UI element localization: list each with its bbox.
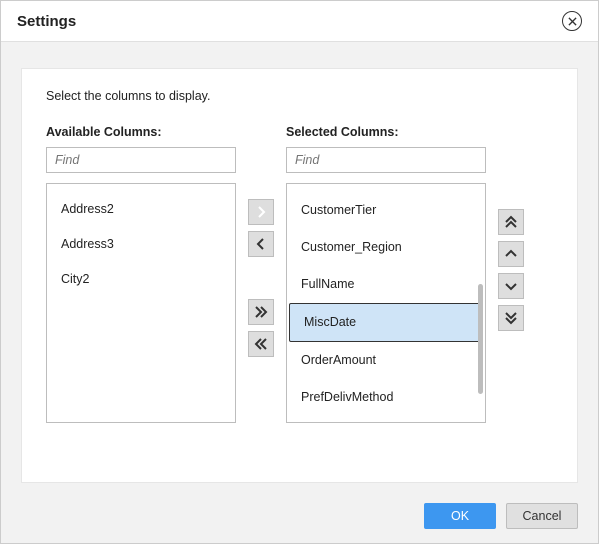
close-button[interactable] [562,11,582,31]
list-item-selected[interactable]: MiscDate [289,303,483,342]
settings-dialog: Settings Select the columns to display. … [0,0,599,544]
list-item[interactable]: State [287,416,485,423]
dialog-title: Settings [17,13,76,30]
move-bottom-button[interactable] [498,305,524,331]
available-column-section: Available Columns: Address2 Address3 Cit… [46,125,236,423]
chevron-right-icon [254,205,268,219]
dialog-body: Select the columns to display. Available… [21,68,578,483]
list-item[interactable]: City2 [47,262,235,297]
selected-find-input[interactable] [286,147,486,173]
list-item[interactable]: FullName [287,266,485,303]
move-up-button[interactable] [498,241,524,267]
list-item[interactable]: Customer_Region [287,229,485,266]
instruction-text: Select the columns to display. [46,89,553,103]
list-item[interactable]: Address3 [47,227,235,262]
available-label: Available Columns: [46,125,236,139]
ok-button[interactable]: OK [424,503,496,529]
double-chevron-up-icon [504,215,518,229]
chevron-down-icon [504,279,518,293]
chevron-up-icon [504,247,518,261]
move-left-button[interactable] [248,231,274,257]
move-down-button[interactable] [498,273,524,299]
move-top-button[interactable] [498,209,524,235]
selected-listbox[interactable]: CustomerTier Customer_Region FullName Mi… [286,183,486,423]
move-all-left-button[interactable] [248,331,274,357]
available-listbox[interactable]: Address2 Address3 City2 [46,183,236,423]
reorder-buttons [498,209,524,331]
list-item[interactable]: PrefDelivMethod [287,379,485,416]
cancel-button[interactable]: Cancel [506,503,578,529]
selected-column-section: Selected Columns: CustomerTier Customer_… [286,125,486,423]
list-item[interactable]: Address2 [47,192,235,227]
double-chevron-down-icon [504,311,518,325]
double-chevron-left-icon [254,337,268,351]
move-all-right-button[interactable] [248,299,274,325]
dialog-footer: OK Cancel [1,493,598,543]
move-buttons [248,199,274,357]
dialog-body-outer: Select the columns to display. Available… [1,42,598,493]
dialog-header: Settings [1,1,598,42]
list-item[interactable]: OrderAmount [287,342,485,379]
columns-area: Available Columns: Address2 Address3 Cit… [46,125,553,423]
chevron-left-icon [254,237,268,251]
list-item[interactable]: CustomerTier [287,192,485,229]
close-icon [568,17,577,26]
move-right-button[interactable] [248,199,274,225]
double-chevron-right-icon [254,305,268,319]
scrollbar[interactable] [478,284,483,394]
available-find-input[interactable] [46,147,236,173]
selected-label: Selected Columns: [286,125,486,139]
